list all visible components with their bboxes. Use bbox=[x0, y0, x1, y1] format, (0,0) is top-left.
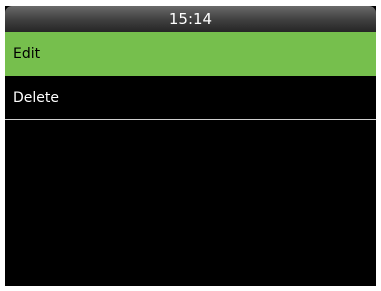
status-bar: 15:14 bbox=[5, 6, 376, 32]
menu-item-delete[interactable]: Delete bbox=[5, 76, 376, 120]
clock-time: 15:14 bbox=[168, 10, 213, 28]
menu-item-edit[interactable]: Edit bbox=[5, 32, 376, 76]
device-screen: 15:14 Edit Delete bbox=[5, 6, 376, 286]
options-menu: Edit Delete bbox=[5, 32, 376, 120]
